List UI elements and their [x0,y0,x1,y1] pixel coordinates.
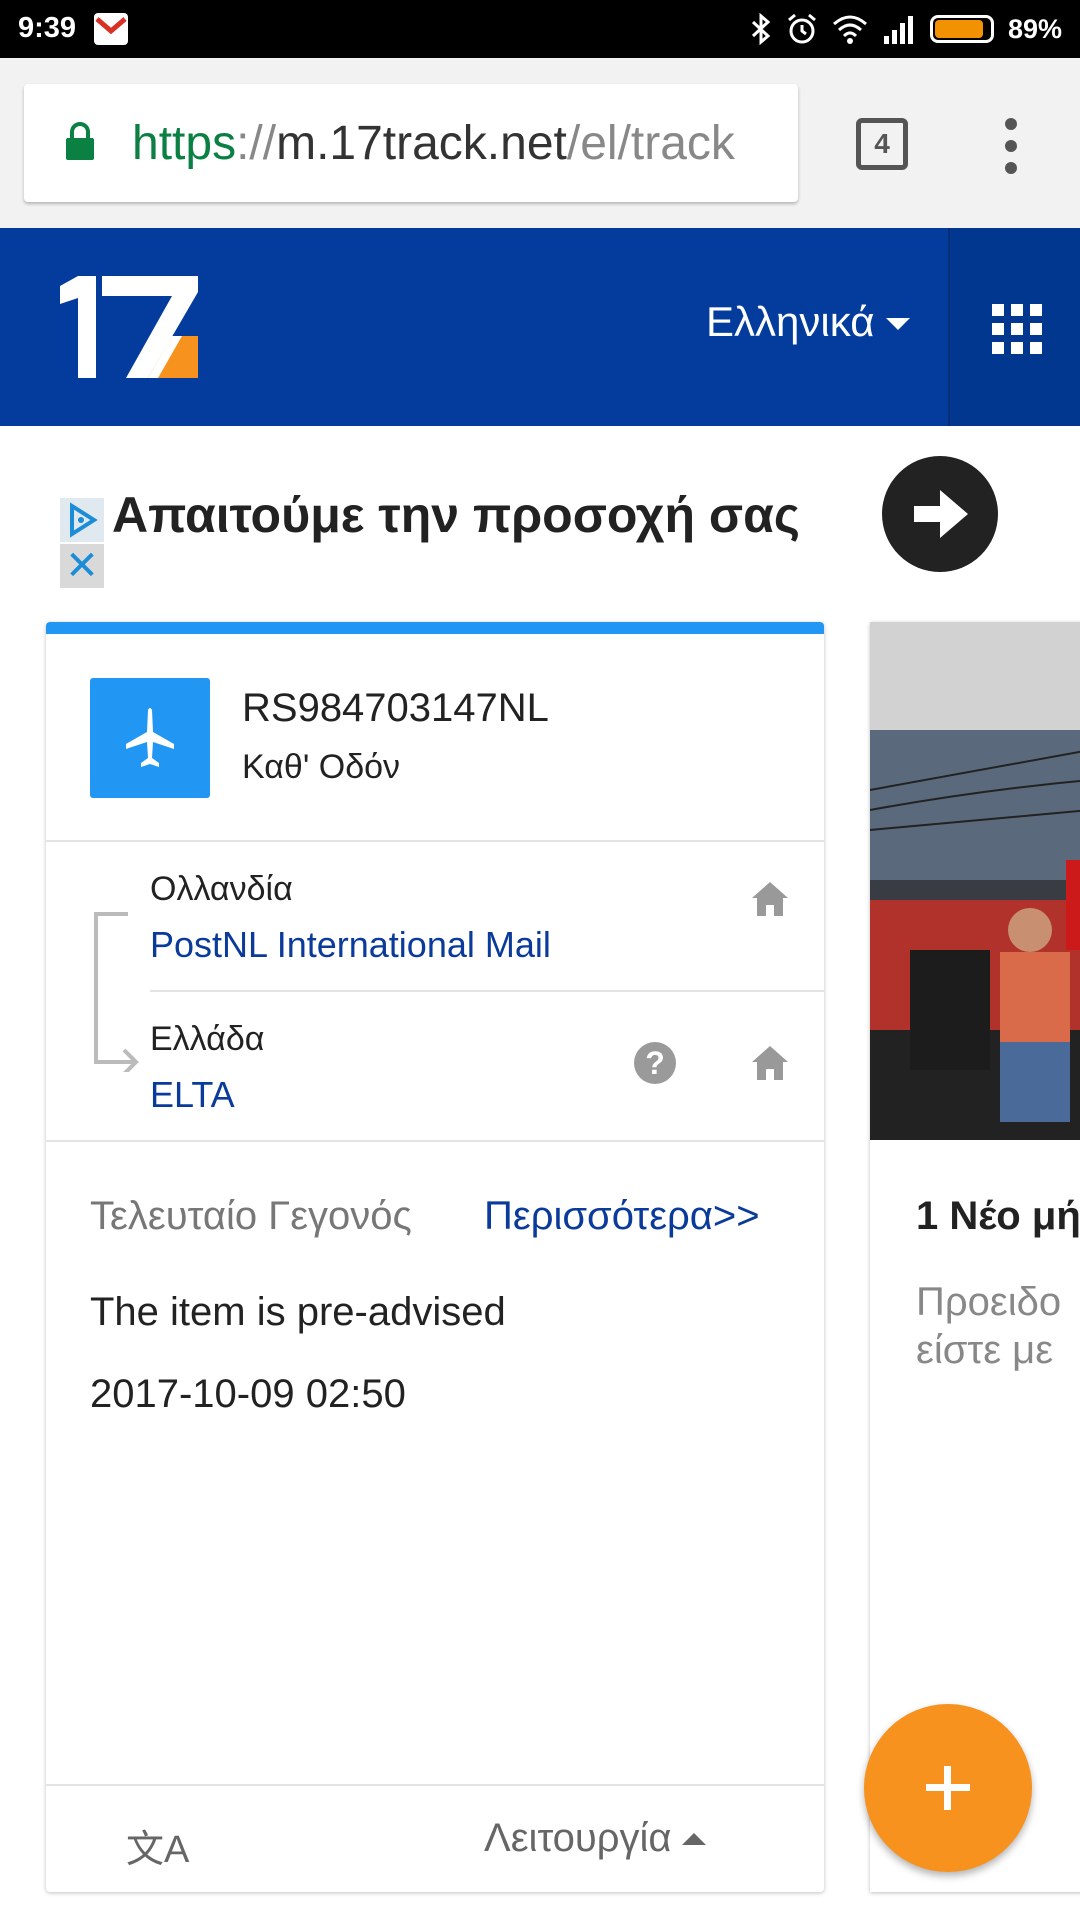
url-text: https://m.17track.net/el/track [132,116,735,171]
address-bar[interactable]: https://m.17track.net/el/track [24,84,798,202]
add-tracking-button[interactable] [864,1704,1032,1872]
promo-description-line: Προειδο [916,1280,1062,1324]
origin-country: Ολλανδία [150,870,293,908]
last-event-label: Τελευταίο Γεγονός [90,1194,412,1238]
destination-country: Ελλάδα [150,1020,265,1058]
destination-carrier-link[interactable]: ELTA [150,1074,235,1116]
promo-description-line: είστε με [916,1328,1054,1372]
tracking-number[interactable]: RS984703147NL [242,686,549,731]
apps-grid-icon [992,304,1042,354]
card-footer: 文A Λειτουργία [46,1784,824,1892]
divider [150,990,824,992]
url-scheme: https [132,117,237,170]
status-icons: 89% [750,10,1062,48]
promo-headline: 1 Νέο μή [916,1194,1080,1238]
chevron-down-icon [886,318,911,330]
wifi-icon [832,15,867,44]
status-bar: 9:39 89% [0,0,1080,58]
promo-card[interactable]: 1 Νέο μή Προειδο είστε με [870,622,1080,1892]
home-icon[interactable] [750,880,790,918]
card-accent-bar [46,622,824,634]
tracking-status: Καθ' Οδόν [242,748,401,786]
shipment-type-badge [90,678,210,798]
more-details-link[interactable]: Περισσότερα>> [484,1194,760,1239]
origin-carrier-link[interactable]: PostNL International Mail [150,924,551,966]
status-time: 9:39 [18,12,77,44]
adchoices-icon[interactable] [60,498,104,542]
ad-go-button[interactable] [882,456,998,572]
bluetooth-icon [751,13,771,45]
apps-menu-button[interactable] [948,228,1080,426]
ad-close-button[interactable]: ✕ [60,544,104,588]
tracking-card: RS984703147NL Καθ' Οδόν Ολλανδία PostNL … [46,622,824,1892]
logo[interactable] [60,274,200,380]
promo-description: Προειδο είστε με [916,1278,1061,1374]
battery-percent: 89% [1007,13,1062,44]
site-header: Ελληνικά [0,228,1080,426]
language-selector[interactable]: Ελληνικά [706,298,911,346]
divider [46,840,824,842]
signal-icon [883,16,913,44]
promo-image [870,730,1080,1140]
route-connector [94,912,139,1072]
battery-icon [929,15,994,43]
gmail-icon [94,13,128,45]
url-path: /el/track [566,117,735,170]
functions-menu-button[interactable]: Λειτουργία [484,1816,706,1861]
chevron-up-icon [681,1832,706,1845]
translate-icon[interactable]: 文A [126,1818,189,1873]
battery-fill [934,20,983,38]
url-separator: :// [236,117,277,170]
url-host: m.17track.net [276,117,567,170]
promo-card-header [870,622,1080,730]
plane-icon [126,708,174,767]
last-event-text: The item is pre-advised [90,1290,506,1334]
arrow-right-icon [914,490,968,538]
functions-label: Λειτουργία [484,1816,672,1860]
language-label: Ελληνικά [706,298,875,345]
ad-banner: ✕ Απαιτούμε την προσοχή σας [0,426,1080,616]
divider [46,1140,824,1142]
lock-icon [66,122,94,160]
home-icon[interactable] [750,1044,790,1082]
tab-switcher-button[interactable]: 4 [856,118,908,170]
help-icon[interactable]: ? [634,1042,676,1084]
menu-dots-icon[interactable] [996,118,1026,174]
browser-toolbar: https://m.17track.net/el/track 4 [0,58,1080,228]
alarm-icon [787,13,816,44]
last-event-time: 2017-10-09 02:50 [90,1372,406,1416]
ad-title[interactable]: Απαιτούμε την προσοχή σας [112,486,800,544]
